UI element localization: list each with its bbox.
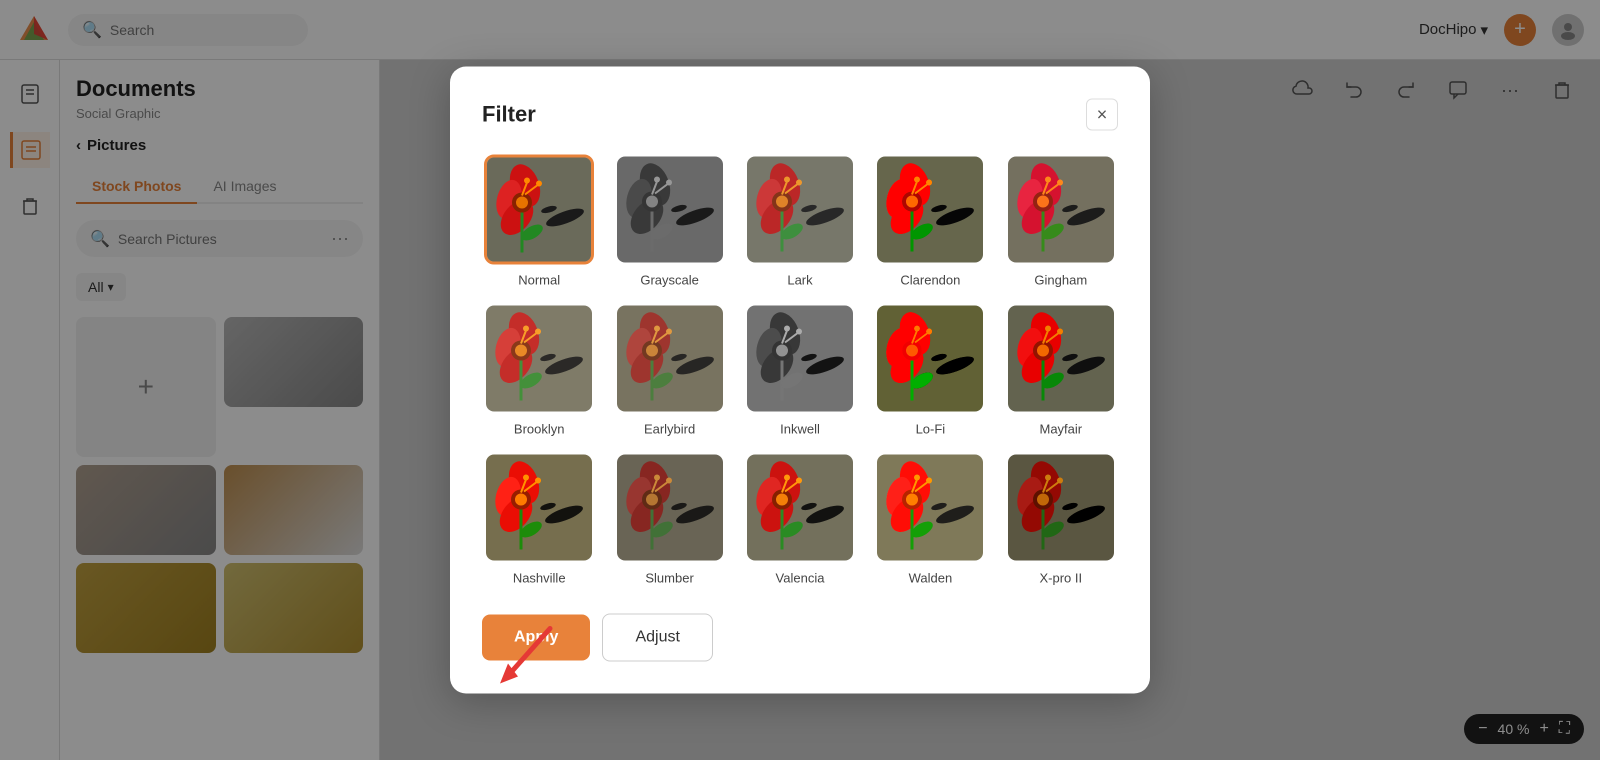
filter-label-lofi: Lo-Fi bbox=[916, 422, 946, 437]
filter-thumb-nashville bbox=[484, 453, 594, 563]
filter-item-lofi[interactable]: Lo-Fi bbox=[873, 304, 987, 437]
filter-item-mayfair[interactable]: Mayfair bbox=[1004, 304, 1118, 437]
filter-thumb-grayscale bbox=[615, 155, 725, 265]
filter-label-valencia: Valencia bbox=[776, 571, 825, 586]
filter-modal: Filter × Normal bbox=[450, 67, 1150, 694]
filter-thumb-xpro2 bbox=[1006, 453, 1116, 563]
filter-label-clarendon: Clarendon bbox=[900, 273, 960, 288]
filter-thumb-gingham bbox=[1006, 155, 1116, 265]
modal-close-button[interactable]: × bbox=[1086, 99, 1118, 131]
filter-thumb-valencia bbox=[745, 453, 855, 563]
filter-thumb-slumber bbox=[615, 453, 725, 563]
filter-item-inkwell[interactable]: Inkwell bbox=[743, 304, 857, 437]
filter-thumb-lark bbox=[745, 155, 855, 265]
filter-thumb-brooklyn bbox=[484, 304, 594, 414]
filter-label-slumber: Slumber bbox=[645, 571, 693, 586]
filter-item-normal[interactable]: Normal bbox=[482, 155, 596, 288]
filter-label-inkwell: Inkwell bbox=[780, 422, 820, 437]
filter-grid: Normal Grayscale bbox=[482, 155, 1118, 586]
filter-item-valencia[interactable]: Valencia bbox=[743, 453, 857, 586]
filter-thumb-clarendon bbox=[875, 155, 985, 265]
modal-title: Filter bbox=[482, 102, 536, 128]
filter-item-earlybird[interactable]: Earlybird bbox=[612, 304, 726, 437]
filter-label-normal: Normal bbox=[518, 273, 560, 288]
adjust-button[interactable]: Adjust bbox=[602, 614, 712, 662]
filter-label-mayfair: Mayfair bbox=[1039, 422, 1082, 437]
filter-thumb-normal bbox=[484, 155, 594, 265]
filter-item-xpro2[interactable]: X-pro II bbox=[1004, 453, 1118, 586]
filter-label-gingham: Gingham bbox=[1034, 273, 1087, 288]
filter-item-nashville[interactable]: Nashville bbox=[482, 453, 596, 586]
filter-item-clarendon[interactable]: Clarendon bbox=[873, 155, 987, 288]
filter-thumb-mayfair bbox=[1006, 304, 1116, 414]
filter-item-brooklyn[interactable]: Brooklyn bbox=[482, 304, 596, 437]
filter-label-earlybird: Earlybird bbox=[644, 422, 695, 437]
filter-thumb-inkwell bbox=[745, 304, 855, 414]
filter-thumb-walden bbox=[875, 453, 985, 563]
filter-item-walden[interactable]: Walden bbox=[873, 453, 987, 586]
filter-thumb-lofi bbox=[875, 304, 985, 414]
filter-item-slumber[interactable]: Slumber bbox=[612, 453, 726, 586]
filter-item-grayscale[interactable]: Grayscale bbox=[612, 155, 726, 288]
filter-label-grayscale: Grayscale bbox=[640, 273, 699, 288]
filter-label-brooklyn: Brooklyn bbox=[514, 422, 565, 437]
modal-header: Filter × bbox=[482, 99, 1118, 131]
filter-item-gingham[interactable]: Gingham bbox=[1004, 155, 1118, 288]
filter-thumb-earlybird bbox=[615, 304, 725, 414]
modal-footer: Apply Adjust bbox=[482, 614, 1118, 662]
filter-label-nashville: Nashville bbox=[513, 571, 566, 586]
filter-label-xpro2: X-pro II bbox=[1039, 571, 1082, 586]
filter-label-lark: Lark bbox=[787, 273, 812, 288]
filter-item-lark[interactable]: Lark bbox=[743, 155, 857, 288]
filter-label-walden: Walden bbox=[909, 571, 953, 586]
